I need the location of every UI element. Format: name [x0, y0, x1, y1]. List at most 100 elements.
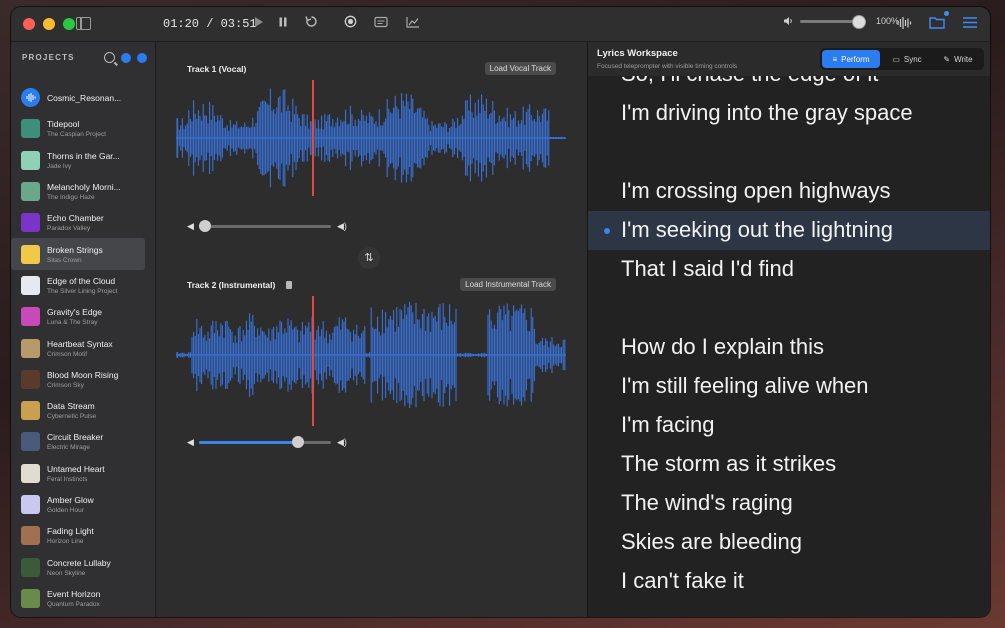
- lyric-line[interactable]: So, I'll chase the edge of it: [621, 76, 878, 87]
- project-artist: The Silver Lining Project: [47, 287, 118, 295]
- lyric-line[interactable]: I'm seeking out the lightning: [621, 217, 893, 243]
- lyric-line[interactable]: I can't fake it: [621, 568, 744, 594]
- sidebar-project-item[interactable]: Concrete Lullaby Neon Skyline: [11, 551, 145, 582]
- project-text: Data Stream Cybernetic Pulse: [47, 401, 129, 420]
- speaker-icon: [784, 17, 792, 25]
- close-window-button[interactable]: [23, 18, 35, 30]
- inspector-icon[interactable]: [962, 16, 978, 30]
- sync-mode-button[interactable]: ▭ Sync: [882, 50, 932, 68]
- lyric-line[interactable]: I'm crossing open highways: [621, 178, 891, 204]
- zoom-window-button[interactable]: [63, 18, 75, 30]
- sidebar-project-item[interactable]: Event Horizon Quantum Paradox: [11, 583, 145, 614]
- track1-playhead[interactable]: [312, 80, 314, 196]
- add-project-icon[interactable]: [137, 52, 147, 63]
- project-title: Amber Glow: [47, 495, 94, 505]
- document-icon: [286, 281, 292, 289]
- captions-icon[interactable]: [372, 15, 390, 33]
- project-title: Thorns in the Gar...: [47, 150, 120, 161]
- track2-volume: ◀ ◀): [187, 436, 349, 448]
- sidebar-project-item[interactable]: Gravity's Edge Luna & The Stray: [11, 301, 145, 332]
- sidebar-project-item[interactable]: Fading Light Horizon Line: [11, 520, 145, 551]
- track1-label: Track 1 (Vocal): [187, 64, 247, 74]
- project-artwork: [21, 369, 40, 389]
- project-title: Gravity's Edge: [47, 307, 103, 318]
- lyrics-header: Lyrics Workspace Focused teleprompter wi…: [588, 42, 990, 76]
- track2-playhead[interactable]: [312, 296, 314, 426]
- track2-volume-slider[interactable]: [199, 436, 331, 448]
- sidebar-project-item[interactable]: Amber Glow Golden Hour: [11, 489, 145, 520]
- project-title: Broken Strings: [47, 244, 103, 255]
- project-text: Untamed Heart Feral Instincts: [47, 464, 129, 483]
- sidebar-project-item[interactable]: High Tide: [11, 614, 145, 617]
- master-volume-slider[interactable]: [800, 14, 866, 29]
- restart-icon[interactable]: [302, 15, 320, 33]
- project-title: Edge of the Cloud: [47, 275, 116, 286]
- teleprompter[interactable]: So, I'll chase the edge of it I'm driving…: [588, 76, 990, 617]
- lyric-line[interactable]: The storm as it strikes: [621, 451, 836, 477]
- sidebar-project-item[interactable]: Broken Strings Silas Crown: [11, 238, 145, 270]
- lyric-line[interactable]: Skies are bleeding: [621, 529, 802, 555]
- project-title: Heartbeat Syntax: [47, 338, 113, 349]
- project-text: Blood Moon Rising Crimson Sky: [47, 370, 129, 389]
- project-artist: Crimson Motif: [47, 350, 88, 358]
- chart-icon[interactable]: [404, 15, 422, 33]
- sidebar-project-item[interactable]: Edge of the Cloud The Silver Lining Proje…: [11, 270, 145, 301]
- track2-volume-knob[interactable]: [292, 436, 304, 448]
- search-icon[interactable]: [104, 52, 115, 63]
- swap-tracks-button[interactable]: ⇅: [358, 247, 380, 269]
- sidebar-project-item[interactable]: Circuit Breaker Electric Mirage: [11, 426, 145, 457]
- toolbar-right-icons: [896, 11, 978, 30]
- project-text: Cosmic_Resonan...: [47, 93, 129, 103]
- sidebar-project-item[interactable]: Thorns in the Gar... Jade Ivy: [11, 145, 145, 176]
- project-title: Circuit Breaker: [47, 432, 104, 443]
- sidebar-toggle-icon[interactable]: [76, 17, 91, 30]
- pause-icon[interactable]: [274, 15, 292, 33]
- lyric-line[interactable]: The wind's raging: [621, 490, 793, 516]
- project-title: Fading Light: [47, 526, 94, 537]
- perform-mode-button[interactable]: ≡ Perform: [822, 50, 880, 68]
- vocal-waveform[interactable]: [176, 78, 566, 198]
- minimize-window-button[interactable]: [43, 18, 55, 30]
- track1-volume-knob[interactable]: [199, 220, 211, 232]
- project-artwork: [21, 150, 40, 170]
- project-text: Melancholy Morni... The Indigo Haze: [47, 182, 129, 201]
- load-vocal-track-button[interactable]: Load Vocal Track: [484, 62, 556, 75]
- folder-icon[interactable]: [929, 11, 949, 30]
- lyric-line[interactable]: I'm still feeling alive when: [621, 373, 869, 399]
- project-artwork: [21, 401, 40, 421]
- load-instrumental-track-button[interactable]: Load Instrumental Track: [460, 278, 556, 291]
- project-title: Untamed Heart: [47, 463, 105, 474]
- sidebar-project-item[interactable]: Untamed Heart Feral Instincts: [11, 458, 145, 489]
- project-artist: The Indigo Haze: [47, 194, 95, 202]
- sidebar-project-item[interactable]: Melancholy Morni... The Indigo Haze: [11, 176, 145, 207]
- sidebar-project-item[interactable]: Blood Moon Rising Crimson Sky: [11, 364, 145, 395]
- play-icon[interactable]: [249, 15, 267, 33]
- project-title: Melancholy Morni...: [47, 182, 121, 193]
- lyric-line[interactable]: How do I explain this: [621, 334, 824, 360]
- project-title: Data Stream: [47, 401, 95, 412]
- record-icon[interactable]: [341, 15, 359, 33]
- sidebar-project-item[interactable]: Heartbeat Syntax Crimson Motif: [11, 332, 145, 363]
- sidebar-project-item[interactable]: Cosmic_Resonan...: [11, 82, 145, 113]
- sidebar-project-item[interactable]: Tidepool The Caspian Project: [11, 113, 145, 144]
- master-volume-knob[interactable]: [852, 14, 866, 29]
- instrumental-waveform[interactable]: [176, 294, 566, 416]
- write-mode-button[interactable]: ✎ Write: [934, 50, 982, 68]
- filter-icon[interactable]: [121, 52, 131, 63]
- project-artist: Luna & The Stray: [47, 319, 98, 327]
- speaker-low-icon: ◀: [187, 221, 194, 231]
- sync-label: Sync: [903, 54, 922, 64]
- waveform-icon[interactable]: [896, 16, 912, 30]
- lyric-line[interactable]: That I said I'd find: [621, 256, 794, 282]
- project-text: Amber Glow Golden Hour: [47, 495, 129, 514]
- sidebar-project-item[interactable]: Data Stream Cybernetic Pulse: [11, 395, 145, 426]
- project-artwork: [21, 526, 40, 546]
- lyric-line[interactable]: I'm facing: [621, 412, 714, 438]
- sidebar-project-item[interactable]: Echo Chamber Paradox Valley: [11, 207, 145, 238]
- write-label: Write: [954, 54, 973, 64]
- track1-volume-slider[interactable]: [199, 220, 331, 232]
- project-text: Echo Chamber Paradox Valley: [47, 213, 129, 232]
- lyric-line[interactable]: I'm driving into the gray space: [621, 100, 913, 126]
- project-title: Echo Chamber: [47, 213, 104, 224]
- lyrics-subtitle: Focused teleprompter with visible timing…: [597, 63, 738, 70]
